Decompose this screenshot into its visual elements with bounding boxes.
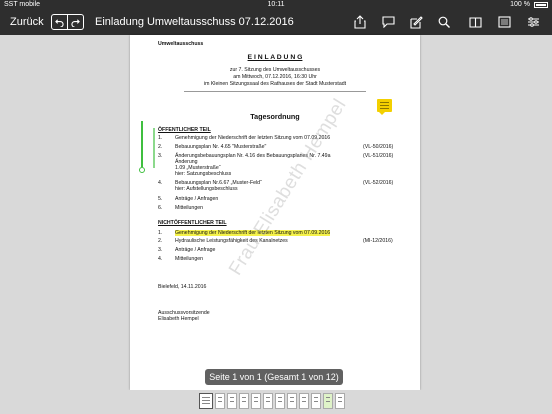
clock: 10:11 <box>267 1 285 8</box>
item-number: 5. <box>158 196 163 202</box>
item-number: 3. <box>158 247 163 253</box>
page-thumbnail[interactable] <box>323 393 333 409</box>
agenda-item-text: Anträge / Anfrage <box>175 247 216 253</box>
agenda-item-text: hier: Satzungsbeschluss <box>175 171 232 177</box>
intro-line: zur 7. Sitzung des Umweltausschusses <box>229 67 321 73</box>
search-icon[interactable] <box>437 15 451 29</box>
item-number: 6. <box>158 205 163 211</box>
committee-name: Umweltausschuss <box>158 41 204 47</box>
date-line: Bielefeld, 14.11.2016 <box>158 284 207 290</box>
nonpublic-section-title: NICHTÖFFENTLICHER TEIL <box>158 220 227 226</box>
item-number: 1. <box>158 230 163 236</box>
public-section-title: ÖFFENTLICHER TEIL <box>158 127 211 133</box>
undo-redo-group <box>51 14 84 30</box>
invitation-heading: E I N L A D U N G <box>247 54 303 61</box>
share-icon[interactable] <box>353 15 367 29</box>
page-thumbnail[interactable] <box>311 393 321 409</box>
agenda-item-ref: (VL-50/2016) <box>363 144 394 150</box>
agenda-item-ref: (VL-51/2016) <box>363 153 394 159</box>
item-number: 3. <box>158 153 163 159</box>
page-thumbnail[interactable] <box>287 393 297 409</box>
page-thumbnail[interactable] <box>199 393 213 409</box>
intro-line: am Mittwoch, 07.12.2016, 16:30 Uhr <box>233 74 317 80</box>
agenda-item-text: hier: Aufstellungsbeschluss <box>175 186 238 192</box>
agenda-item-text: Mitteilungen <box>175 205 203 211</box>
note-annotation-icon[interactable] <box>377 99 392 115</box>
agenda-item-text: Mitteilungen <box>175 256 203 262</box>
page-thumbnail[interactable] <box>239 393 249 409</box>
page-thumbnail[interactable] <box>263 393 273 409</box>
book-icon[interactable] <box>468 15 482 29</box>
thumbnail-strip <box>0 390 552 414</box>
item-number: 4. <box>158 256 163 262</box>
battery-percentage: 100 % <box>510 1 530 8</box>
agenda-item-ref: (MI-12/2016) <box>363 238 393 244</box>
comment-icon[interactable] <box>381 15 395 29</box>
document-title: Einladung Umweltausschuss 07.12.2016 <box>95 16 294 28</box>
redo-icon[interactable] <box>68 14 84 30</box>
page-thumbnail[interactable] <box>251 393 261 409</box>
item-number: 1. <box>158 135 163 141</box>
battery-icon <box>534 2 548 8</box>
item-number: 2. <box>158 238 163 244</box>
signature-name: Elisabeth Hempel <box>158 316 199 322</box>
undo-icon[interactable] <box>51 14 68 30</box>
agenda-item-text: Hydraulische Leistungsfähigkeit des Kana… <box>175 238 288 244</box>
top-toolbar: Zurück Einladung Umweltausschuss 07.12.2… <box>0 10 552 35</box>
page-thumbnail[interactable] <box>299 393 309 409</box>
back-button[interactable]: Zurück <box>10 16 44 28</box>
page-thumbnail[interactable] <box>275 393 285 409</box>
item-number: 4. <box>158 180 163 186</box>
page-indicator-text: Seite 1 von 1 (Gesamt 1 von 12) <box>209 372 339 382</box>
status-bar: SST mobile 10:11 100 % <box>0 0 552 10</box>
divider <box>184 91 366 92</box>
green-ink-annotation[interactable] <box>141 121 143 167</box>
agenda-title: Tagesordnung <box>250 112 300 121</box>
settings-icon[interactable] <box>526 15 540 29</box>
thumbnails-icon[interactable] <box>497 15 511 29</box>
page-thumbnail[interactable] <box>215 393 225 409</box>
agenda-item-text: Bebauungsplan Nr. 4.65 "Musterstraße" <box>175 144 267 150</box>
page-thumbnail[interactable] <box>227 393 237 409</box>
agenda-item-ref: (VL-52/2016) <box>363 180 394 186</box>
item-number: 2. <box>158 144 163 150</box>
green-ink-dot[interactable] <box>139 167 145 173</box>
page-indicator: Seite 1 von 1 (Gesamt 1 von 12) <box>205 369 343 385</box>
document-page[interactable]: Umweltausschuss E I N L A D U N G zur 7.… <box>130 35 420 390</box>
page-thumbnail[interactable] <box>335 393 345 409</box>
agenda-item-text: Anträge / Anfragen <box>175 196 219 202</box>
intro-line: im Kleinen Sitzungssaal des Rathauses de… <box>203 81 347 87</box>
edit-icon[interactable] <box>409 15 423 29</box>
watermark-stamp: Frau Elisabeth Hempel <box>225 95 351 280</box>
green-ink-annotation[interactable] <box>153 128 155 168</box>
